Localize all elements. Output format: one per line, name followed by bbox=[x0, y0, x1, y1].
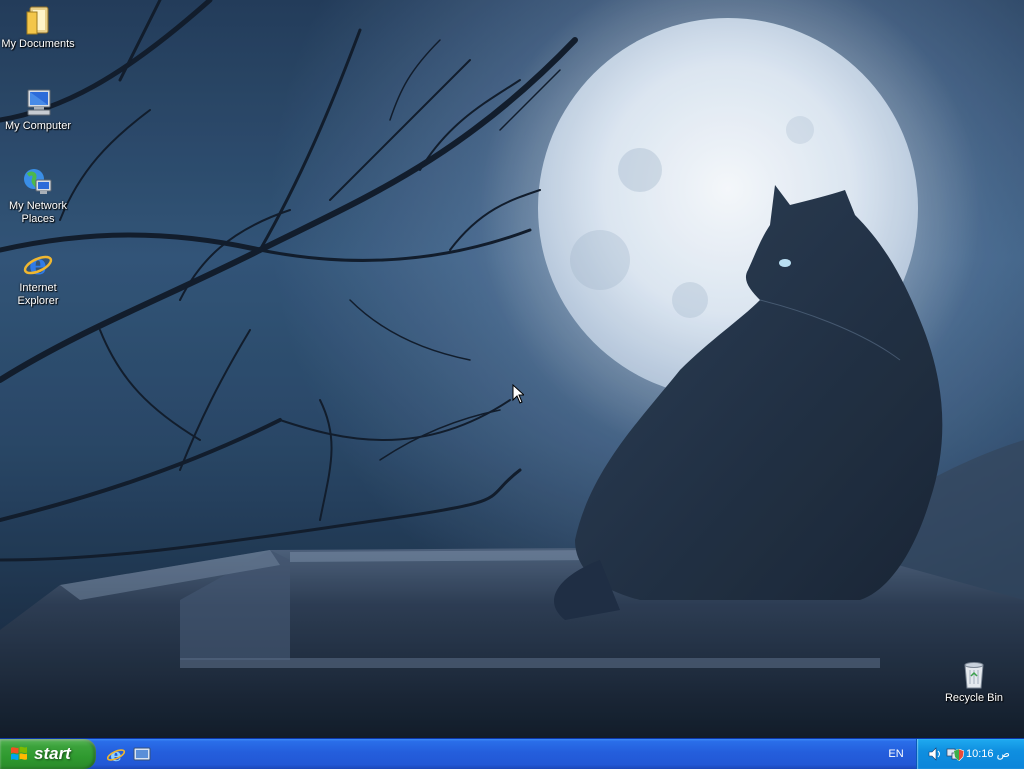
internet-explorer-icon: e bbox=[23, 248, 53, 280]
desktop-wallpaper bbox=[0, 0, 1024, 738]
desktop-icon-my-computer[interactable]: My Computer bbox=[0, 86, 76, 133]
desktop-icon-label: Recycle Bin bbox=[944, 692, 1004, 704]
my-documents-icon bbox=[26, 6, 49, 35]
security-shield-icon[interactable] bbox=[954, 749, 964, 761]
language-indicator[interactable]: EN bbox=[882, 739, 910, 769]
system-tray: 10:16 ص bbox=[916, 739, 1024, 769]
my-network-places-icon bbox=[24, 169, 52, 194]
desktop-icon-my-documents[interactable]: My Documents bbox=[0, 4, 76, 51]
system-clock[interactable]: 10:16 ص bbox=[966, 739, 1010, 769]
desktop-icon-internet-explorer[interactable]: e Internet Explorer bbox=[0, 248, 76, 308]
quick-launch-internet-explorer-icon[interactable]: e bbox=[106, 744, 126, 764]
start-label: start bbox=[34, 744, 71, 763]
taskbar: start e EN 10:16 ص bbox=[0, 738, 1024, 769]
windows-logo-icon bbox=[11, 746, 27, 760]
svg-text:e: e bbox=[29, 248, 47, 280]
show-desktop-icon[interactable] bbox=[132, 744, 152, 764]
quick-launch-bar: e bbox=[106, 744, 152, 764]
mouse-pointer-icon bbox=[512, 384, 524, 404]
desktop-icon-label: My Documents bbox=[1, 38, 75, 50]
recycle-bin-icon bbox=[964, 662, 984, 689]
desktop-icon-my-network-places[interactable]: My Network Places bbox=[0, 166, 76, 226]
volume-icon[interactable] bbox=[927, 746, 943, 762]
start-button[interactable]: start bbox=[0, 739, 96, 769]
wallpaper-scene bbox=[0, 0, 1024, 738]
svg-text:e: e bbox=[110, 745, 121, 764]
desktop-icon-label: My Network Places bbox=[8, 200, 68, 225]
desktop-icon-label: My Computer bbox=[4, 120, 72, 132]
my-computer-icon bbox=[27, 89, 51, 116]
desktop-icon-label: Internet Explorer bbox=[17, 282, 59, 307]
desktop-icon-recycle-bin[interactable]: Recycle Bin bbox=[936, 658, 1012, 705]
